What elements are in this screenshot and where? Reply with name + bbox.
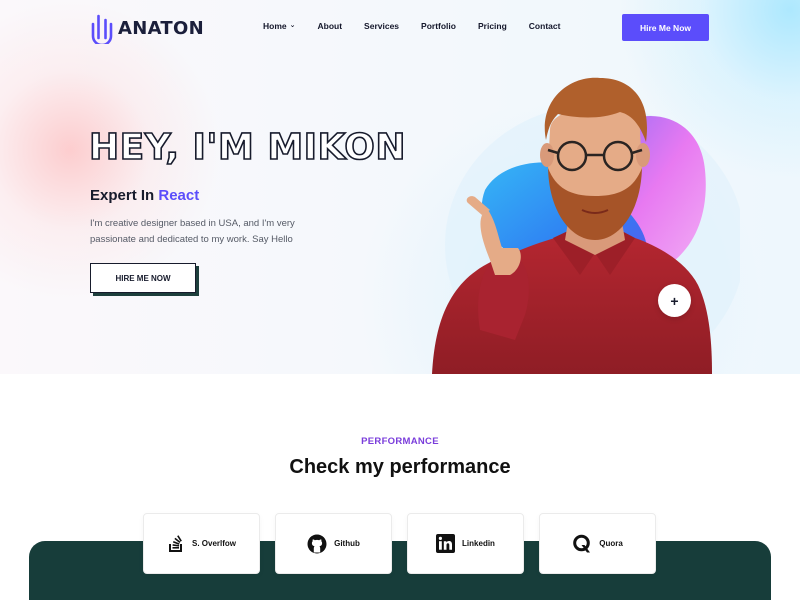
github-icon bbox=[307, 534, 327, 553]
card-quora[interactable]: Quora bbox=[539, 513, 656, 574]
hero-portrait bbox=[432, 77, 740, 374]
brand-name: ANATON bbox=[118, 17, 204, 39]
hire-me-now-hero-button[interactable]: HIRE ME NOW bbox=[90, 263, 196, 293]
nav-contact[interactable]: Contact bbox=[529, 21, 561, 31]
nav-services[interactable]: Services bbox=[364, 21, 399, 31]
hero-cta: HIRE ME NOW bbox=[90, 263, 199, 296]
card-stack-overflow-label: S. Overlfow bbox=[191, 539, 236, 548]
nav-pricing[interactable]: Pricing bbox=[478, 21, 507, 31]
nav-about-label: About bbox=[317, 21, 343, 31]
nav-portfolio-label: Portfolio bbox=[421, 21, 456, 31]
performance-label: PERFORMANCE bbox=[361, 436, 439, 447]
performance-cards: S. Overlfow Github Linkedin Quora bbox=[143, 513, 656, 574]
card-linkedin-label: Linkedin bbox=[462, 539, 495, 548]
plus-button[interactable]: + bbox=[658, 284, 691, 317]
nav-home-label: Home bbox=[263, 21, 287, 31]
main-nav: Home ⌄ About Services Portfolio Pricing … bbox=[263, 21, 560, 31]
nav-portfolio[interactable]: Portfolio bbox=[421, 21, 456, 31]
quora-icon bbox=[573, 534, 591, 552]
nav-services-label: Services bbox=[364, 21, 400, 31]
hero-subtitle: Expert In React bbox=[90, 187, 199, 204]
nav-pricing-label: Pricing bbox=[477, 21, 507, 31]
card-github[interactable]: Github bbox=[275, 513, 392, 574]
logo[interactable]: ANATON bbox=[89, 12, 204, 44]
linkedin-icon bbox=[436, 534, 456, 553]
card-linkedin[interactable]: Linkedin bbox=[407, 513, 524, 574]
card-quora-label: Quora bbox=[599, 539, 623, 548]
subtitle-prefix: Expert In bbox=[90, 187, 155, 204]
hero-title: HEY, I'M MIKON bbox=[88, 126, 407, 169]
plus-icon: + bbox=[670, 292, 679, 309]
nav-home[interactable]: Home ⌄ bbox=[263, 21, 296, 31]
stack-overflow-icon bbox=[168, 534, 182, 552]
card-github-label: Github bbox=[334, 539, 360, 548]
performance-title: Check my performance bbox=[289, 456, 511, 478]
subtitle-accent: React bbox=[158, 187, 200, 204]
chevron-down-icon: ⌄ bbox=[289, 22, 296, 29]
hero-description: I'm creative designer based in USA, and … bbox=[90, 218, 295, 245]
logo-icon bbox=[91, 14, 113, 44]
card-stack-overflow[interactable]: S. Overlfow bbox=[143, 513, 260, 574]
nav-about[interactable]: About bbox=[318, 21, 343, 31]
hero-section: ANATON Home ⌄ About Services Portfolio P… bbox=[0, 0, 800, 374]
nav-contact-label: Contact bbox=[528, 21, 561, 31]
hire-me-now-button[interactable]: Hire Me Now bbox=[622, 14, 709, 41]
